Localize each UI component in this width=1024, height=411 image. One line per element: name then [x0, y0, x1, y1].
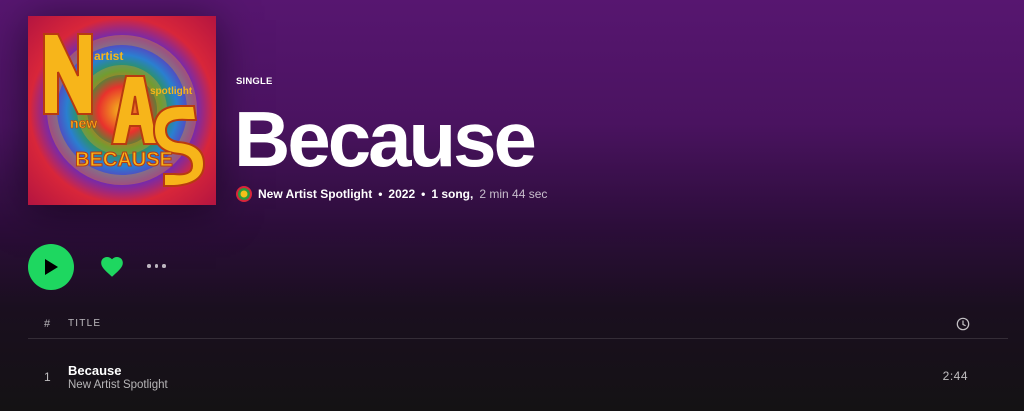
- total-duration: 2 min 44 sec: [479, 187, 548, 201]
- track-title[interactable]: Because: [68, 363, 121, 378]
- svg-text:BECAUSE: BECAUSE: [75, 149, 173, 171]
- album-type-label: SINGLE: [236, 76, 273, 87]
- album-header: BECAUSE new spotlight artist N,A,S,artis…: [28, 16, 1024, 205]
- release-year: 2022: [388, 187, 416, 201]
- svg-text:spotlight: spotlight: [150, 86, 193, 97]
- svg-text:artist: artist: [94, 49, 123, 63]
- album-byline: New Artist Spotlight • 2022 • 1 song, 2 …: [236, 186, 547, 202]
- play-button[interactable]: [28, 244, 74, 290]
- more-options-icon: [154, 264, 158, 268]
- more-options-icon: [147, 264, 151, 268]
- header-number: #: [44, 318, 52, 330]
- track-duration: 2:44: [942, 369, 968, 383]
- separator-dot: •: [421, 187, 426, 201]
- page-title: Because: [234, 95, 537, 183]
- play-icon: [45, 259, 58, 275]
- tracklist-header: # TITLE: [28, 314, 1008, 339]
- artist-avatar[interactable]: [236, 186, 252, 202]
- clock-icon: [956, 317, 970, 331]
- more-options-icon: [162, 264, 166, 268]
- action-bar: [28, 244, 228, 290]
- separator-dot: •: [378, 187, 383, 201]
- album-cover[interactable]: BECAUSE new spotlight artist N,A,S,artis…: [28, 16, 216, 205]
- more-options-button[interactable]: [147, 258, 171, 274]
- track-artist[interactable]: New Artist Spotlight: [68, 379, 168, 391]
- like-button[interactable]: [99, 254, 125, 280]
- heart-icon: [101, 257, 123, 277]
- album-cover-art: BECAUSE new spotlight artist: [28, 16, 216, 205]
- header-title[interactable]: TITLE: [68, 318, 101, 329]
- track-number: 1: [44, 370, 51, 384]
- artist-link[interactable]: New Artist Spotlight: [258, 187, 372, 201]
- svg-text:new: new: [70, 115, 97, 131]
- song-count: 1 song,: [431, 187, 474, 201]
- track-row[interactable]: 1 Because New Artist Spotlight 2:44: [28, 357, 1008, 397]
